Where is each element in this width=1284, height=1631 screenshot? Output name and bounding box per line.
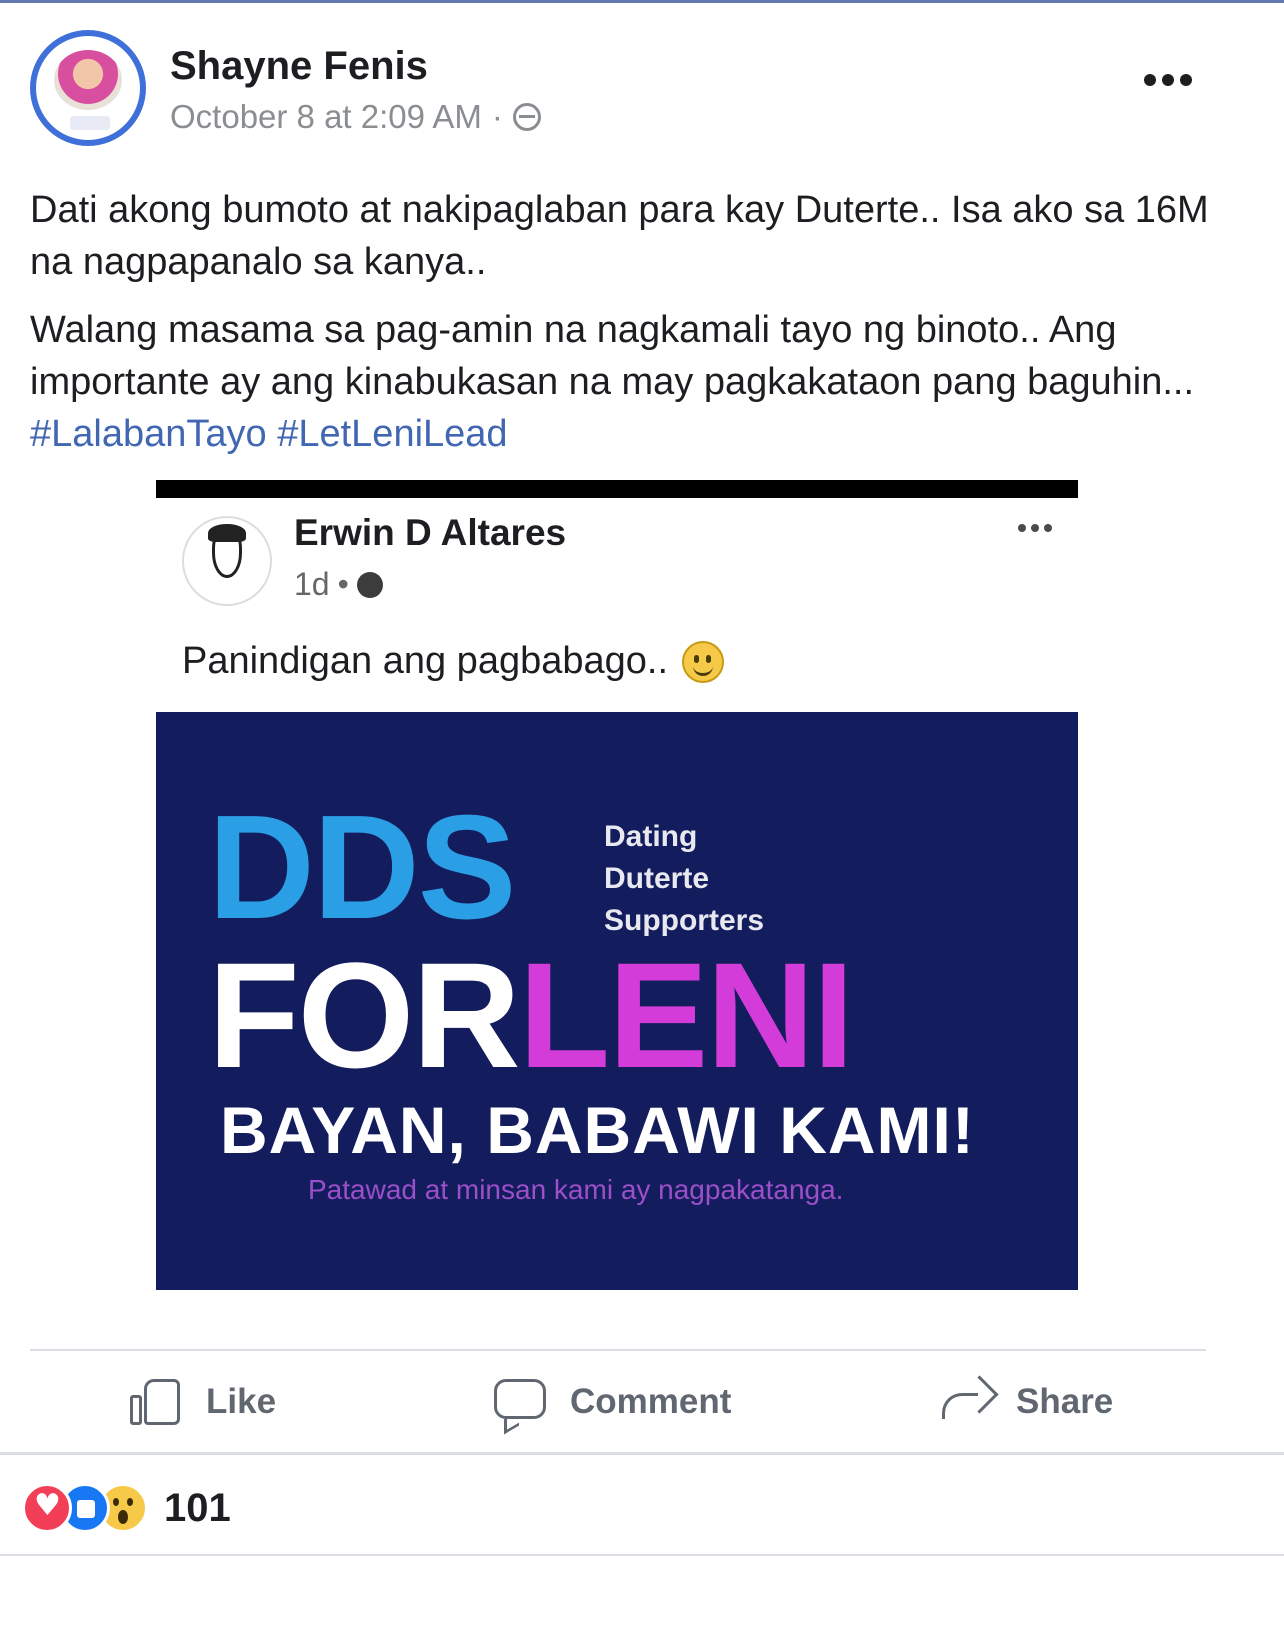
divider [0, 1452, 1284, 1455]
dot-icon [1180, 74, 1192, 86]
love-reaction-icon [22, 1483, 72, 1533]
shared-meta-separator: • [337, 566, 349, 602]
comment-bubble-icon [494, 1375, 548, 1429]
share-label: Share [1016, 1382, 1114, 1421]
shared-post-meta: 1d • [294, 566, 383, 603]
smiley-emoji-icon [682, 640, 725, 683]
poster-for-leni: FORLENI [208, 940, 854, 1090]
more-options-button[interactable] [1144, 70, 1198, 90]
hashtag-letlenilead[interactable]: #LetLeniLead [277, 413, 507, 455]
shared-post-caption: Panindigan ang pagbabago.. [182, 640, 669, 682]
dot-icon [1018, 524, 1026, 532]
poster-dds-line: Duterte [604, 862, 710, 895]
post-timestamp[interactable]: October 8 at 2:09 AM [170, 98, 482, 136]
meta-separator: · [491, 98, 503, 135]
avatar-photo [54, 50, 122, 110]
like-button[interactable]: Like [130, 1360, 276, 1444]
share-button[interactable]: Share [940, 1360, 1113, 1444]
poster-dds-line: Dating [604, 820, 698, 853]
campaign-poster: DDS Dating Duterte Supporters FORLENI BA… [156, 712, 1078, 1290]
globe-icon [512, 103, 541, 131]
post-paragraph-2-text: Walang masama sa pag-amin na nagkamali t… [30, 309, 1195, 403]
dot-icon [1162, 74, 1174, 86]
shared-more-icon [1018, 524, 1052, 532]
shared-author-name: Erwin D Altares [294, 512, 567, 553]
divider [0, 1554, 1284, 1556]
like-label: Like [206, 1382, 277, 1421]
post-paragraph-2: Walang masama sa pag-amin na nagkamali t… [30, 304, 1230, 460]
dot-icon [1144, 74, 1156, 86]
globe-icon [356, 571, 383, 598]
poster-for: FOR [208, 931, 521, 1099]
poster-dds-meaning: Dating Duterte Supporters [604, 816, 764, 942]
shared-author-avatar [182, 516, 272, 606]
poster-leni: LENI [518, 931, 855, 1099]
action-bar: Like Comment Share [0, 1360, 1284, 1444]
shared-post-time: 1d [294, 566, 330, 602]
post-meta: October 8 at 2:09 AM · [170, 98, 541, 136]
comment-label: Comment [570, 1382, 732, 1421]
reactions-summary[interactable]: 101 [22, 1478, 231, 1538]
poster-slogan: BAYAN, BABAWI KAMI! [220, 1093, 975, 1167]
hashtag-lalabantayo[interactable]: #LalabanTayo [30, 413, 267, 455]
shared-post-text: Panindigan ang pagbabago.. [182, 640, 725, 683]
top-border [0, 0, 1284, 3]
share-arrow-icon [940, 1375, 994, 1429]
avatar-image [36, 36, 140, 140]
comment-button[interactable]: Comment [494, 1360, 731, 1444]
post-paragraph-1: Dati akong bumoto at nakipaglaban para k… [30, 189, 1209, 283]
avatar-frame-badge [70, 116, 110, 130]
dot-icon [1044, 524, 1052, 532]
dot-icon [1031, 524, 1039, 532]
avatar-sketch [212, 528, 242, 578]
divider [30, 1349, 1206, 1351]
poster-subtext: Patawad at minsan kami ay nagpakatanga. [308, 1174, 844, 1205]
poster-dds: DDS [208, 785, 516, 950]
shared-post-image[interactable]: Erwin D Altares 1d • Panindigan ang pagb… [156, 480, 1078, 1290]
reaction-count: 101 [164, 1485, 231, 1530]
thumbs-up-icon [130, 1375, 184, 1429]
author-avatar[interactable] [30, 30, 146, 146]
image-top-bar [156, 480, 1078, 498]
author-name[interactable]: Shayne Fenis [170, 44, 428, 89]
